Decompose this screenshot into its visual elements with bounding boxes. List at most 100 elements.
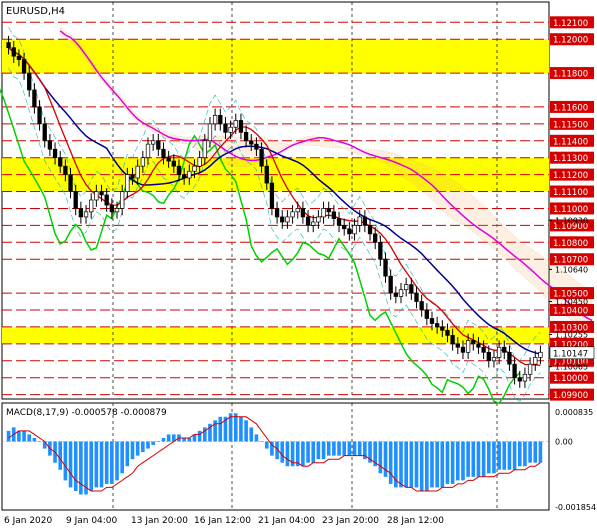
candle-body [305,216,311,226]
candle-body [47,140,53,150]
macd-bar [523,441,527,467]
macd-bar [476,441,481,477]
candle-body [202,140,207,159]
macd-bar [17,430,21,442]
level-label: 1.10700 [553,256,588,266]
macd-bar [455,441,460,481]
candle-body [181,174,187,179]
candle-body [223,123,228,133]
macd-bar [68,441,73,488]
candle-body [476,343,481,348]
candle-body [393,292,398,297]
candle-body [342,225,347,230]
candle-body [409,284,414,294]
macd-signal-line [8,416,541,492]
macd-bar [502,441,507,470]
candle-body [73,191,78,209]
candle-body [218,115,223,125]
macd-bar [218,416,223,442]
candle-body [52,148,58,159]
candle-body [32,89,37,108]
candle-body [233,120,238,128]
macd-bar [342,441,347,456]
scale-label: 1.10255 [555,331,588,340]
macd-bar [58,441,63,470]
macd-bar [22,430,26,442]
macd-bar [414,441,419,488]
candle-body [197,157,202,167]
macd-tick-label: 0.000835 [555,408,593,417]
candle-body [357,216,362,226]
candle-body [120,191,125,209]
candle-body [502,346,507,353]
candle-body [249,140,254,145]
level-label: 1.10000 [553,374,588,384]
candle-body [140,157,145,167]
candle-body [450,335,455,345]
macd-bar [110,441,114,484]
time-label: 28 Jan 12:00 [387,516,444,526]
macd-bar [399,441,403,488]
candle-body [274,208,280,218]
macd-bar [151,441,155,446]
candle-body [460,346,466,353]
candle-body [6,42,11,49]
macd-bar [156,441,161,442]
candle-body [130,174,135,179]
candle-body [68,174,73,192]
macd-bar [512,441,517,470]
candle-body [300,208,306,218]
candle-body [496,346,502,358]
candle-body [171,160,176,167]
candle-body [125,174,130,192]
macd-bar [357,441,362,456]
candle-body [166,157,171,162]
candle-body [522,373,528,382]
macd-bar [254,434,259,442]
macd-bar [115,441,119,481]
candle-body [336,218,342,226]
macd-bar [32,437,37,442]
candle-body [533,357,538,365]
macd-bar [37,441,42,442]
macd-bar [146,441,150,449]
macd-bar [130,441,135,460]
candle-body [269,182,275,209]
candle-body [135,165,140,179]
macd-bar [528,441,532,463]
candle-body [512,363,517,379]
macd-bar [120,441,124,474]
macd-bar [233,413,238,442]
candle-body [295,208,300,213]
candle-body [445,329,450,336]
level-label: 1.11100 [553,188,588,198]
eurusd-h4-chart: 1.12100 1.12000 1.11800 1.11600 1.11500 1.114… [0,1,596,526]
candle-body [192,165,197,172]
candle-body [63,165,68,175]
level-label: 1.10800 [553,239,588,249]
chart-title: EURUSD,H4 [6,6,65,17]
macd-bar [27,434,32,442]
macd-bar [378,441,383,474]
macd-bar [321,441,326,460]
candle-body [455,343,460,348]
candle-body [145,143,151,159]
candle-body [321,208,326,218]
candle-body [264,165,269,184]
candle-body [176,165,182,175]
candle-body [161,148,166,159]
macd-bar [517,441,522,467]
macd-bar [166,434,171,442]
macd-bar [347,441,352,456]
macd-bar [425,441,429,491]
candle-body [151,140,156,145]
macd-bar [461,441,465,481]
candle-body [414,292,419,302]
candle-body [378,241,383,260]
candle-body [316,216,321,223]
macd-indicator: 0.000835 0.00 -0.001854 [2,408,596,512]
macd-bar [63,441,68,481]
candle-body [471,340,476,345]
macd-bar [259,441,264,442]
level-label: 1.10400 [553,307,588,317]
